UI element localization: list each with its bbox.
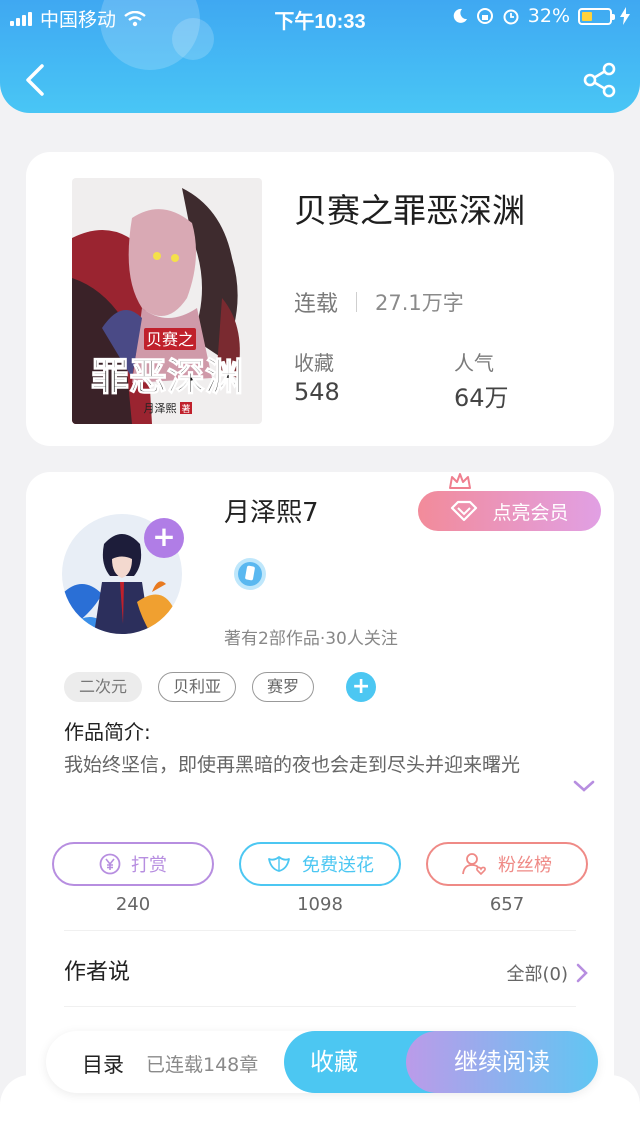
member-button-label: 点亮会员 — [492, 501, 569, 524]
chevron-right-icon — [576, 963, 588, 983]
divider — [64, 930, 576, 931]
battery-icon — [578, 7, 615, 25]
diamond-icon — [451, 500, 478, 522]
cover-small-title: 贝赛之 — [146, 330, 194, 349]
flower-icon — [268, 856, 290, 872]
author-name: 月泽熙7 — [224, 498, 319, 528]
send-flower-button[interactable]: 免费送花 — [239, 842, 401, 886]
yen-icon — [99, 853, 121, 875]
book-meta: 连载 27.1万字 — [294, 286, 464, 318]
battery-percent: 32% — [527, 5, 570, 27]
book-cover[interactable]: 贝赛之 罪恶深渊 月泽熙 著 — [72, 178, 262, 424]
word-count: 27.1万字 — [375, 291, 464, 315]
cover-art: 贝赛之 罪恶深渊 月泽熙 著 — [72, 178, 262, 424]
activate-member-button[interactable]: 点亮会员 — [418, 491, 601, 531]
chapter-count: 已连载148章 — [146, 1054, 259, 1076]
lock-rotation-icon — [476, 8, 493, 24]
popularity-value: 64万 — [454, 384, 509, 412]
meta-divider — [356, 292, 358, 312]
fan-count: 657 — [489, 894, 525, 915]
tag-list: 二次元 贝利亚 赛罗 + — [64, 672, 377, 702]
intro-text: 我始终坚信，即使再黑暗的夜也会走到尽头并迎来曙光 — [64, 754, 521, 776]
alarm-icon — [503, 9, 519, 25]
cover-author: 月泽熙 — [144, 402, 177, 415]
author-meta: 著有2部作品·30人关注 — [224, 629, 398, 649]
cover-author-mark: 著 — [181, 403, 190, 415]
continue-reading-button[interactable]: 继续阅读 — [406, 1031, 598, 1093]
divider — [64, 1006, 576, 1007]
popularity-label: 人气 — [454, 351, 494, 375]
chevron-down-icon[interactable] — [572, 778, 596, 794]
back-icon[interactable] — [22, 60, 48, 100]
reward-count: 240 — [115, 894, 151, 915]
charging-icon — [620, 7, 630, 25]
book-info-card: 贝赛之 罪恶深渊 月泽熙 著 贝赛之罪恶深渊 连载 27.1万字 收藏 548 … — [26, 152, 614, 446]
reward-label: 打赏 — [131, 855, 167, 876]
author-says-all-link[interactable]: 全部(0) — [507, 960, 589, 986]
fan-ranking-button[interactable]: 粉丝榜 — [426, 842, 588, 886]
tag-item[interactable]: 二次元 — [64, 672, 143, 702]
favorites-value: 548 — [294, 378, 340, 406]
cover-big-title: 罪恶深渊 — [91, 354, 243, 399]
share-icon[interactable] — [582, 62, 618, 98]
user-heart-icon — [462, 853, 486, 876]
crown-icon — [449, 473, 471, 489]
table-of-contents-button[interactable]: 目录 — [82, 1049, 124, 1079]
serial-status: 连载 — [294, 292, 339, 317]
book-title: 贝赛之罪恶深渊 — [294, 191, 525, 230]
bottom-action-bar: 目录 已连载148章 收藏 继续阅读 — [46, 1031, 598, 1093]
fan-ranking-label: 粉丝榜 — [498, 855, 552, 876]
intro-heading: 作品简介: — [64, 720, 151, 744]
flower-count: 1098 — [297, 894, 343, 915]
author-level-badge-icon — [234, 558, 266, 590]
header-bar: 中国移动 下午10:33 32% — [0, 0, 640, 113]
status-bar: 中国移动 下午10:33 32% — [0, 0, 640, 34]
tag-item[interactable]: 贝利亚 — [158, 672, 237, 702]
add-tag-button[interactable]: + — [346, 672, 377, 702]
author-says-heading: 作者说 — [64, 960, 131, 985]
reward-button[interactable]: 打赏 — [52, 842, 214, 886]
favorites-label: 收藏 — [294, 351, 334, 375]
all-link-label: 全部(0) — [506, 964, 569, 985]
moon-icon — [453, 8, 467, 23]
tag-item[interactable]: 赛罗 — [252, 672, 315, 702]
send-flower-label: 免费送花 — [302, 855, 374, 876]
follow-author-button[interactable]: + — [144, 518, 184, 558]
